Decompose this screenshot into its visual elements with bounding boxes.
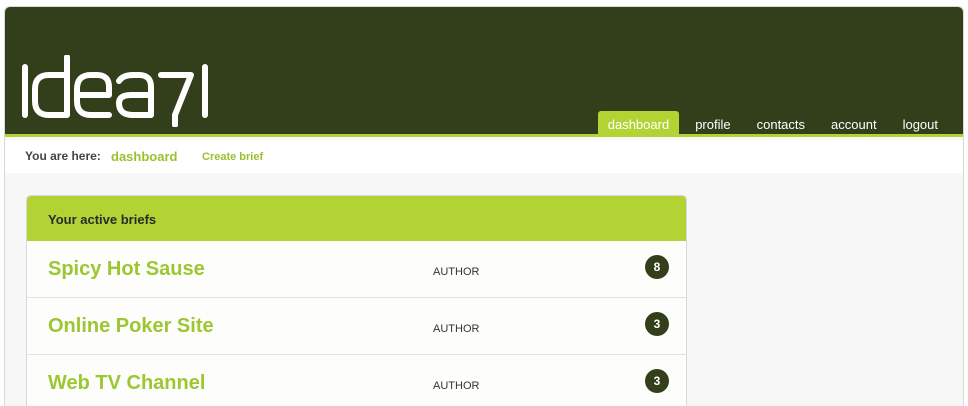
nav-dashboard[interactable]: dashboard [597,111,680,137]
nav-contacts[interactable]: contacts [747,111,815,137]
breadcrumb-label: You are here: [25,149,101,163]
panel-title: Your active briefs [27,196,686,241]
nav-profile[interactable]: profile [685,111,740,137]
main-nav: dashboard profile contacts account logou… [592,111,963,137]
active-briefs-panel: Your active briefs Spicy Hot Sause AUTHO… [26,195,687,406]
brief-row[interactable]: Online Poker Site AUTHOR 3 [27,298,686,355]
brief-row[interactable]: Spicy Hot Sause AUTHOR 8 [27,241,686,298]
create-brief-link[interactable]: Create brief [202,151,263,163]
brief-row[interactable]: Web TV Channel AUTHOR 3 [27,355,686,406]
breadcrumb-current-link[interactable]: dashboard [111,149,177,164]
brief-count-badge[interactable]: 3 [645,312,669,336]
brief-role: AUTHOR [433,380,480,392]
brief-title-link[interactable]: Online Poker Site [48,315,214,338]
logo[interactable] [19,55,219,127]
brief-title-link[interactable]: Web TV Channel [48,372,205,395]
nav-account[interactable]: account [821,111,887,137]
site-header: dashboard profile contacts account logou… [5,7,963,137]
brief-title-link[interactable]: Spicy Hot Sause [48,258,205,281]
app-window: dashboard profile contacts account logou… [5,7,963,406]
breadcrumb: You are here: dashboard Create brief [5,140,963,173]
nav-logout[interactable]: logout [893,111,948,137]
brief-count-badge[interactable]: 8 [645,255,669,279]
brief-role: AUTHOR [433,266,480,278]
brief-role: AUTHOR [433,323,480,335]
brief-count-badge[interactable]: 3 [645,369,669,393]
